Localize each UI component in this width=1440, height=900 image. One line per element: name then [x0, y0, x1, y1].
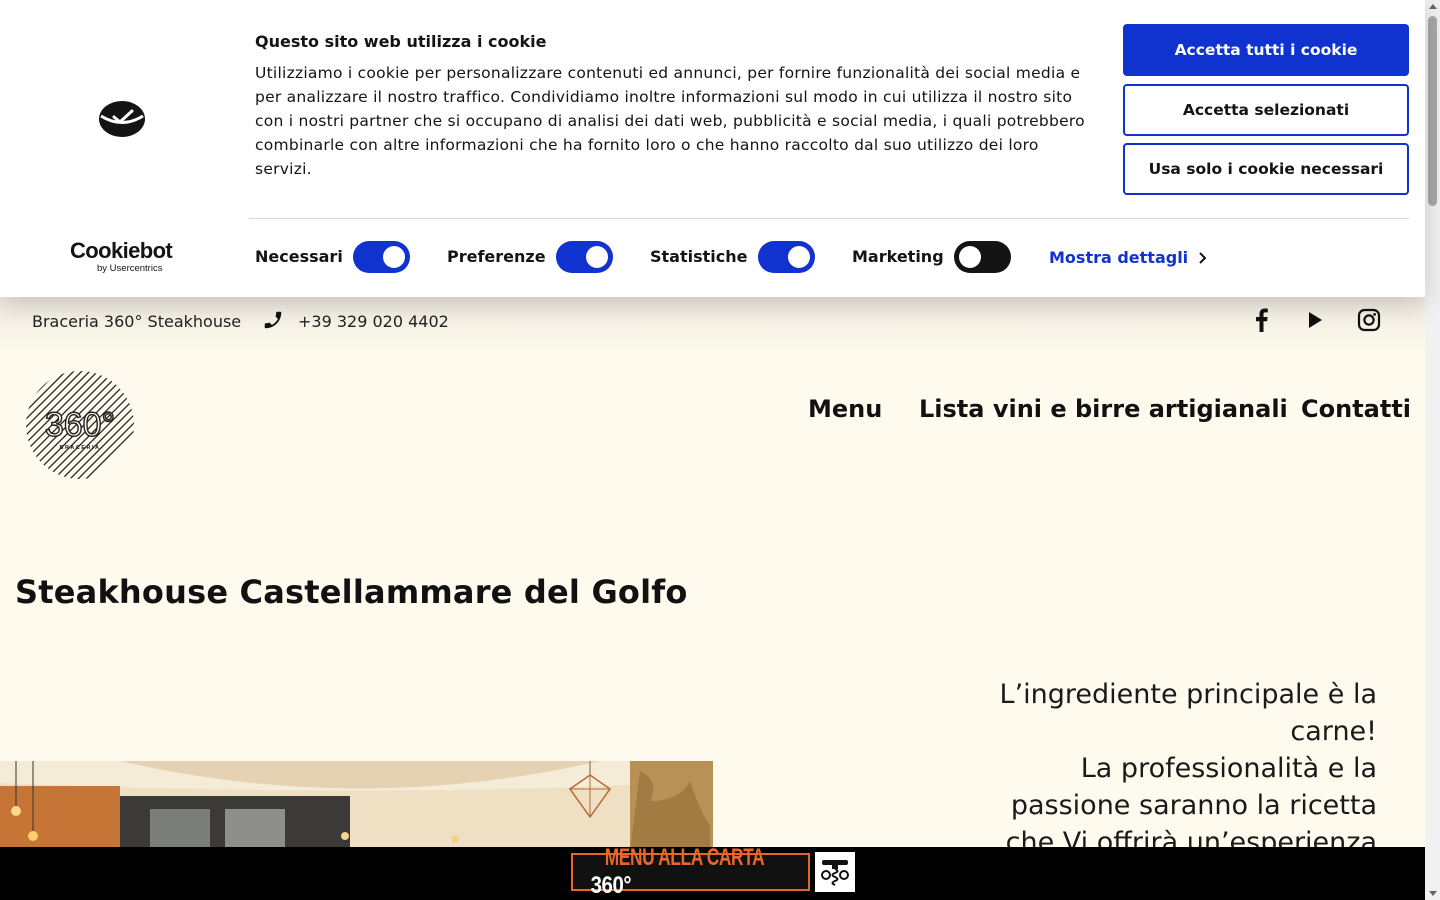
cookie-description: Utilizziamo i cookie per personalizzare … — [255, 64, 1085, 178]
menu-alla-carta-button[interactable]: MENU ALLA CARTA 360° — [571, 844, 810, 899]
intro-text: L’ingrediente principale è la carne! La … — [957, 676, 1377, 861]
scroll-up-arrow-icon[interactable] — [1429, 4, 1437, 9]
phone-icon[interactable] — [262, 309, 284, 331]
cookiebot-logo[interactable]: Cookiebot by Usercentrics — [70, 240, 175, 276]
youtube-icon[interactable] — [1302, 307, 1328, 333]
toggle-necessari[interactable] — [353, 241, 410, 273]
cookie-title: Questo sito web utilizza i cookie — [255, 32, 547, 51]
logo-word: BRACERIA — [59, 445, 100, 451]
toggle-knob — [383, 246, 405, 268]
logo-number: 360° — [45, 406, 115, 444]
phone-number[interactable]: +39 329 020 4402 — [298, 312, 449, 331]
instagram-icon[interactable] — [1356, 307, 1382, 333]
intro-line-2: La professionalità e la passione saranno… — [1005, 753, 1377, 858]
menu-banner-number: 360° — [590, 872, 632, 899]
scroll-down-arrow-icon[interactable] — [1429, 891, 1437, 896]
toggle-knob — [959, 246, 981, 268]
chevron-right-icon[interactable] — [1197, 252, 1207, 264]
cookiebot-icon — [99, 101, 145, 137]
top-info-bar: Braceria 360° Steakhouse +39 329 020 440… — [0, 297, 1425, 349]
cookie-divider — [249, 218, 1409, 219]
restaurant-photo — [0, 761, 713, 851]
cookiebot-logo-sub: by Usercentrics — [97, 263, 163, 274]
toggle-knob — [586, 246, 608, 268]
brand-name: Braceria 360° Steakhouse — [32, 312, 242, 331]
facebook-icon[interactable] — [1248, 307, 1274, 333]
scrollbar-thumb[interactable] — [1428, 16, 1437, 206]
toggle-label-necessari: Necessari — [255, 247, 343, 266]
nav-menu[interactable]: Menu — [808, 395, 882, 423]
page-title: Steakhouse Castellammare del Golfo — [15, 573, 688, 611]
bottom-sticky-bar: MENU ALLA CARTA 360° — [0, 844, 1425, 900]
intro-line-1: L’ingrediente principale è la carne! — [999, 679, 1377, 747]
necessary-only-button[interactable]: Usa solo i cookie necessari — [1123, 143, 1409, 195]
cookie-consent-banner: Questo sito web utilizza i cookie Utiliz… — [0, 0, 1425, 297]
toggle-marketing[interactable] — [954, 241, 1011, 273]
accept-all-cookies-button[interactable]: Accetta tutti i cookie — [1123, 24, 1409, 76]
cookiebot-logo-text: Cookiebot — [70, 238, 173, 263]
menu-banner-label: MENU ALLA CARTA — [604, 844, 765, 871]
toggle-knob — [788, 246, 810, 268]
vertical-scrollbar[interactable] — [1425, 0, 1440, 900]
site-logo[interactable]: 360° BRACERIA — [25, 370, 135, 480]
corkscrew-icon[interactable] — [815, 852, 855, 892]
toggle-preferenze[interactable] — [556, 241, 613, 273]
toggle-label-statistiche: Statistiche — [650, 247, 748, 266]
nav-wine-list[interactable]: Lista vini e birre artigianali — [919, 395, 1288, 423]
toggle-label-marketing: Marketing — [852, 247, 944, 266]
toggle-label-preferenze: Preferenze — [447, 247, 546, 266]
toggle-statistiche[interactable] — [758, 241, 815, 273]
nav-contacts[interactable]: Contatti — [1301, 395, 1411, 423]
accept-selected-button[interactable]: Accetta selezionati — [1123, 84, 1409, 136]
show-details-link[interactable]: Mostra dettagli — [1049, 248, 1188, 267]
